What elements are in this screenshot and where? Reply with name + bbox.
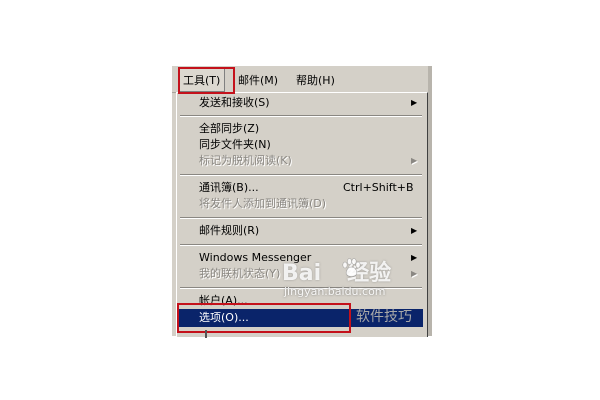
menu-item-label: 将发件人添加到通讯簿(D) (199, 197, 327, 210)
menu-item-add-sender[interactable]: 将发件人添加到通讯簿(D) (177, 195, 423, 213)
menu-help[interactable]: 帮助(H) (296, 72, 335, 88)
highlight-box-options (177, 303, 351, 333)
menu-item-label: 邮件规则(R) (199, 224, 260, 237)
menu-separator (180, 115, 422, 117)
triangle-right-icon: ▶ (411, 156, 418, 165)
menu-separator (180, 244, 422, 246)
menu-item-message-rules[interactable]: 邮件规则(R) ▶ (177, 222, 423, 240)
menu-separator (180, 217, 422, 219)
menu-item-label: 发送和接收(S) (199, 96, 270, 109)
highlight-box-tools (178, 67, 235, 94)
triangle-right-icon: ▶ (411, 226, 418, 235)
watermark-logo-left: Bai (282, 261, 322, 286)
cursor-tick (205, 330, 207, 338)
tools-dropdown-menu: 发送和接收(S) ▶ 全部同步(Z) 同步文件夹(N) 标记为脱机阅读(K) ▶… (176, 92, 428, 337)
triangle-right-icon: ▶ (411, 269, 418, 278)
paw-icon (342, 258, 361, 277)
watermark-url: jingyan.baidu.com (284, 285, 386, 298)
menu-separator (180, 174, 422, 176)
menu-item-mark-offline[interactable]: 标记为脱机阅读(K) ▶ (177, 152, 423, 170)
menu-item-label: 我的联机状态(Y) (199, 267, 281, 280)
triangle-right-icon: ▶ (411, 98, 418, 107)
watermark-logo: Bai 经验 (282, 255, 391, 287)
window-edge (428, 66, 432, 336)
watermark-subtitle: 软件技巧 (356, 309, 412, 325)
menu-item-label: 标记为脱机阅读(K) (199, 154, 292, 167)
menu-item-send-receive[interactable]: 发送和接收(S) ▶ (177, 94, 423, 112)
menu-mail[interactable]: 邮件(M) (238, 72, 278, 88)
